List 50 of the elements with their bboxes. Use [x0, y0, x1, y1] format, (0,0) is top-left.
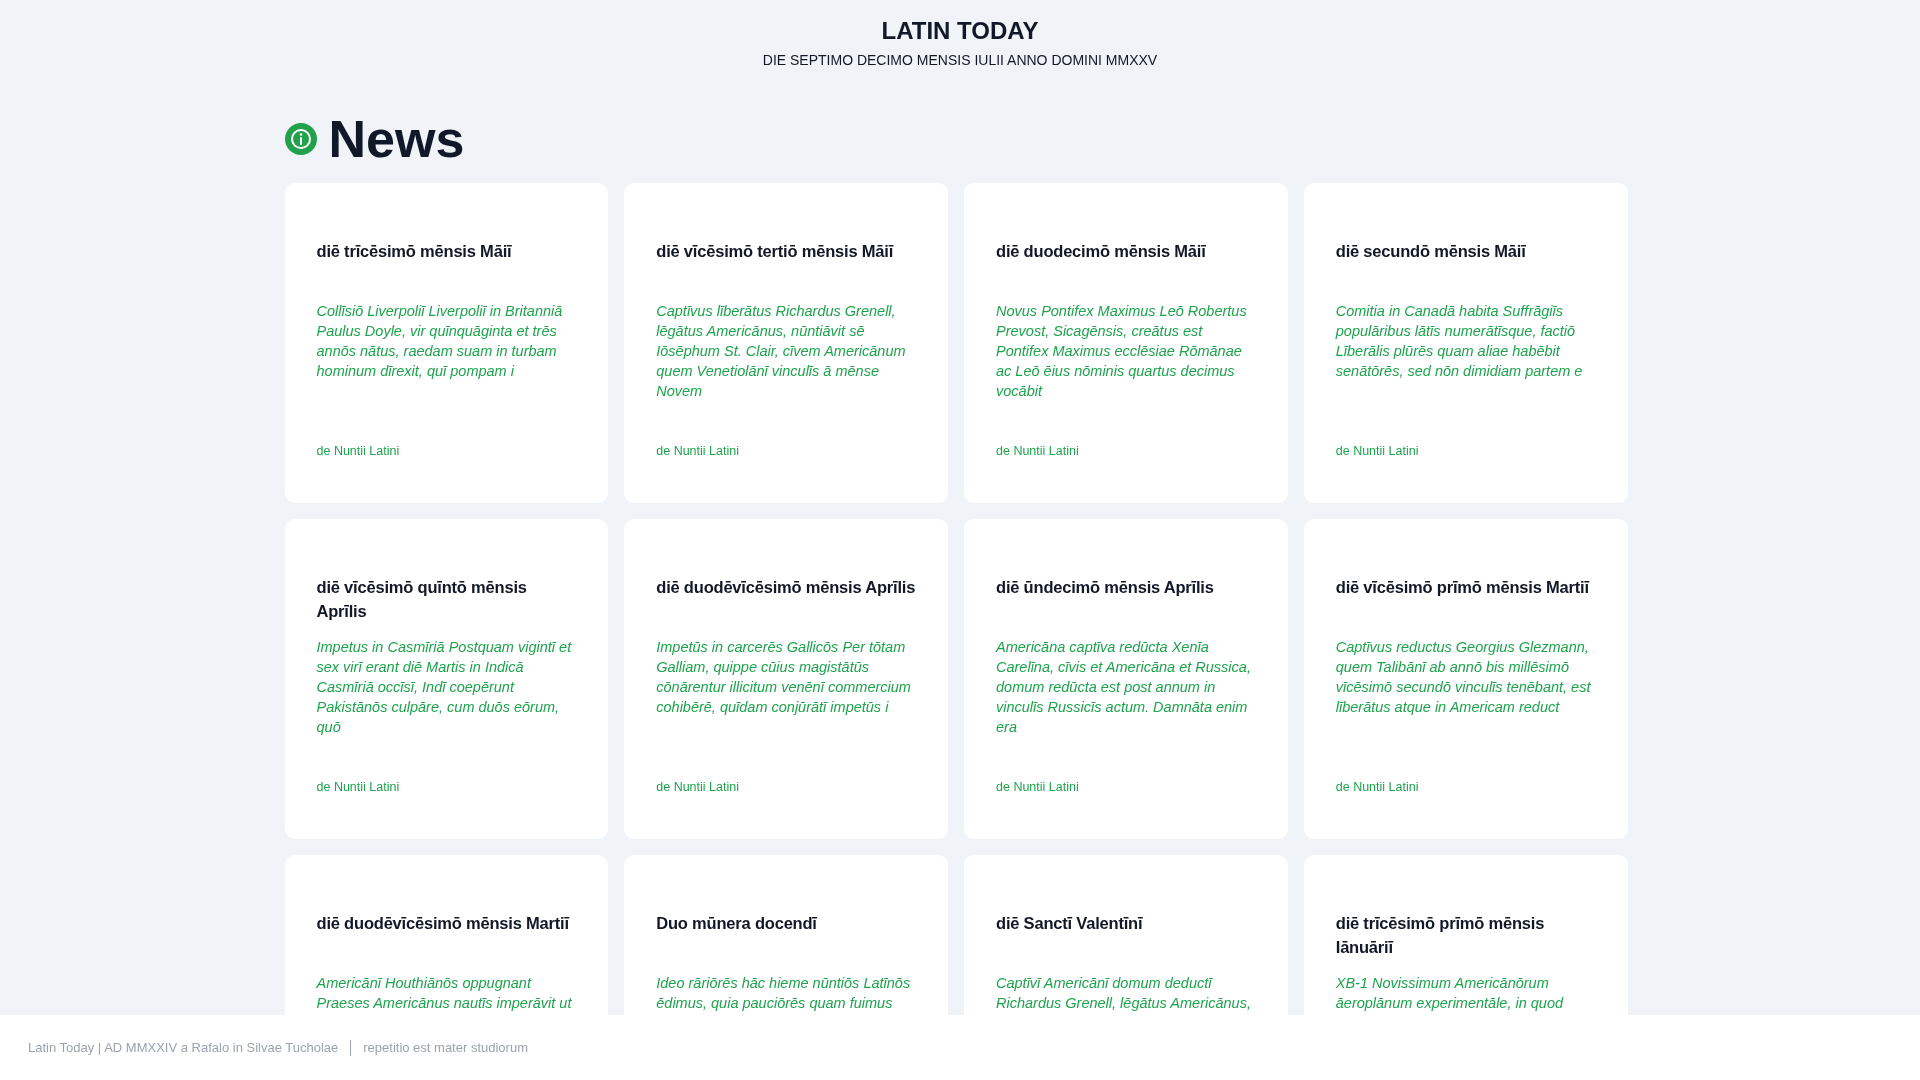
article-source: de Nuntii Latini: [1335, 443, 1420, 459]
article-title[interactable]: diē Sanctī Valentīnī: [996, 911, 1258, 935]
article-excerpt: Impetūs in carcerēs Gallicōs Per tōtam Galliam, quippe cūius magistātūs cōnārentur illicitum venēnī commercium cohibērē, quīdam conjūrātī impetūs i: [656, 638, 912, 717]
article-title[interactable]: diē secundō mēnsis Māiī: [1335, 239, 1598, 263]
article-excerpt: Captīvus līberātus Richardus Grenell, lēgātus Americānus, nūntiāvit sē Iōsēphum St. Clair, cīvem Americānum quem Venetiolānī vinculīs ā mēnse Novem: [656, 302, 907, 401]
footer-motto: repetitio est mater studiorum: [363, 1040, 528, 1055]
article-excerpt: Americāna captīva redūcta Xenīa Carelīna, cīvis et Americāna et Russica, domum redūcta est post annum in vinculīs Russicīs actum. Damnāta enim era: [996, 638, 1252, 737]
news-card[interactable]: diē ūndecimō mēnsis Aprīlis Americāna captīva redūcta Xenīa Carelīna, cīvis et Americāna et Russica, domum redūcta est post annum in vinculīs Russicīs actum. Damnāta enim era de Nuntii Latini: [964, 519, 1288, 839]
article-excerpt: XB-1 Novissimum Americānōrum āeroplānum experimentāle, in quod: [1335, 974, 1565, 1013]
article-excerpt: Novus Pontifex Maximus Leō Robertus Prevost, Sicagēnsis, creātus est Pontifex Maximus ecclēsiae Rōmānae ac Leō ēius nōminis quartus decimus vocābit: [996, 302, 1248, 401]
article-title[interactable]: diē trīcēsimō prīmō mēnsis Iānuāriī: [1335, 911, 1598, 959]
article-source: de Nuntii Latini: [316, 443, 401, 459]
article-title[interactable]: diē ūndecimō mēnsis Aprīlis: [996, 575, 1258, 599]
article-source: de Nuntii Latini: [996, 443, 1080, 459]
article-source: de Nuntii Latini: [1335, 779, 1420, 795]
news-card[interactable]: diē vīcēsimō quīntō mēnsis Aprīlis Impetus in Casmīriā Postquam vigintī et sex virī erant diē Martis in Indicā Casmīriā occīsī, Indī coepērunt Pakistānōs culpāre, cum duōs eōrum, quō de Nuntii Latini: [284, 519, 609, 839]
info-icon: [284, 123, 317, 155]
article-title[interactable]: diē vīcēsimō quīntō mēnsis Aprīlis: [316, 575, 579, 623]
article-title[interactable]: diē duodecimō mēnsis Māiī: [996, 239, 1258, 263]
article-source: de Nuntii Latini: [316, 779, 401, 795]
article-title[interactable]: Duo mūnera docendī: [656, 911, 918, 935]
footer-credit: Latin Today | AD MMXXIV a Rafalo in Silvae Tucholae: [28, 1040, 339, 1055]
site-title: LATIN TODAY: [880, 17, 1040, 45]
article-excerpt: Captīvī Americānī domum deductī Richardus Grenell, lēgātus Americānus,: [996, 974, 1252, 1013]
article-source: de Nuntii Latini: [656, 443, 740, 459]
news-card[interactable]: diē duodecimō mēnsis Māiī Novus Pontifex Maximus Leō Robertus Prevost, Sicagēnsis, creātus est Pontifex Maximus ecclēsiae Rōmānae ac Leō ēius nōminis quartus decimus vocābit de Nuntii Latini: [964, 183, 1288, 503]
article-excerpt: Americānī Houthiānōs oppugnant Praeses Americānus nautīs imperāvit ut: [316, 974, 573, 1013]
article-source: de Nuntii Latini: [996, 779, 1080, 795]
article-excerpt: Impetus in Casmīriā Postquam vigintī et sex virī erant diē Martis in Indicā Casmīriā occīsī, Indī coepērunt Pakistānōs culpāre, cum duōs eōrum, quō: [316, 638, 573, 737]
news-card[interactable]: diē secundō mēnsis Māiī Comitia in Canadā habita Suffrāgiīs populāribus lātīs numerātīsque, factiō Līberālis plūrēs quam aliae habēbit senātōrēs, sed nōn dimidiam partem e de Nuntii Latini: [1303, 183, 1628, 503]
article-title[interactable]: diē duodēvīcēsimō mēnsis Martiī: [316, 911, 579, 935]
article-excerpt: Collīsiō Liverpoliī Liverpoliī in Britanniā Paulus Doyle, vir quīnquāginta et trēs annōs nātus, raedam suam in turbam hominum dīrexit, quī pompam i: [316, 302, 564, 381]
article-excerpt: Ideo rāriōrēs hāc hieme nūntiōs Latīnōs ēdimus, quia pauciōrēs quam fuimus: [656, 974, 912, 1013]
article-title[interactable]: diē duodēvīcēsimō mēnsis Aprīlis: [656, 575, 918, 599]
article-source: de Nuntii Latini: [656, 779, 740, 795]
article-excerpt: Captīvus reductus Georgius Glezmann, quem Talibānī ab annō bis millēsimō vīcēsimō secundō vinculīs tenēbant, est līberātus atque in Americam reduct: [1335, 638, 1592, 717]
news-card[interactable]: diē duodēvīcēsimō mēnsis Martiī Americānī Houthiānōs oppugnant Praeses Americānus nautīs imperāvit ut: [284, 855, 609, 1015]
article-title[interactable]: diē vīcēsimō tertiō mēnsis Māiī: [656, 239, 918, 263]
section-title: News: [328, 109, 465, 169]
article-title[interactable]: diē trīcēsimō mēnsis Māiī: [316, 239, 579, 263]
news-card[interactable]: diē vīcēsimō prīmō mēnsis Martiī Captīvus reductus Georgius Glezmann, quem Talibānī ab annō bis millēsimō vīcēsimō secundō vinculīs tenēbant, est līberātus atque in Americam reduct de Nuntii Latini: [1303, 519, 1628, 839]
article-title[interactable]: diē vīcēsimō prīmō mēnsis Martiī: [1335, 575, 1598, 599]
news-card[interactable]: diē duodēvīcēsimō mēnsis Aprīlis Impetūs in carcerēs Gallicōs Per tōtam Galliam, quippe cūius magistātūs cōnārentur illicitum venēnī commercium cohibērē, quīdam conjūrātī impetūs i de Nuntii Latini: [624, 519, 948, 839]
news-card[interactable]: Duo mūnera docendī Ideo rāriōrēs hāc hieme nūntiōs Latīnōs ēdimus, quia pauciōrēs quam fuimus: [624, 855, 948, 1015]
news-card[interactable]: diē trīcēsimō prīmō mēnsis Iānuāriī XB-1 Novissimum Americānōrum āeroplānum experimentāle, in quod: [1303, 855, 1628, 1015]
date-line: DIE SEPTIMO DECIMO MENSIS IULII ANNO DOMINI MMXXV: [761, 51, 1159, 69]
news-card[interactable]: diē Sanctī Valentīnī Captīvī Americānī domum deductī Richardus Grenell, lēgātus Americānus,: [964, 855, 1288, 1015]
news-card[interactable]: diē vīcēsimō tertiō mēnsis Māiī Captīvus līberātus Richardus Grenell, lēgātus Americānus, nūntiāvit sē Iōsēphum St. Clair, cīvem Americānum quem Venetiolānī vinculīs ā mēnse Novem de Nuntii Latini: [624, 183, 948, 503]
news-card[interactable]: diē trīcēsimō mēnsis Māiī Collīsiō Liverpoliī Liverpoliī in Britanniā Paulus Doyle, vir quīnquāginta et trēs annōs nātus, raedam suam in turbam hominum dīrexit, quī pompam i de Nuntii Latini: [284, 183, 609, 503]
article-excerpt: Comitia in Canadā habita Suffrāgiīs populāribus lātīs numerātīsque, factiō Līberālis plūrēs quam aliae habēbit senātōrēs, sed nōn dimidiam partem e: [1335, 302, 1584, 381]
